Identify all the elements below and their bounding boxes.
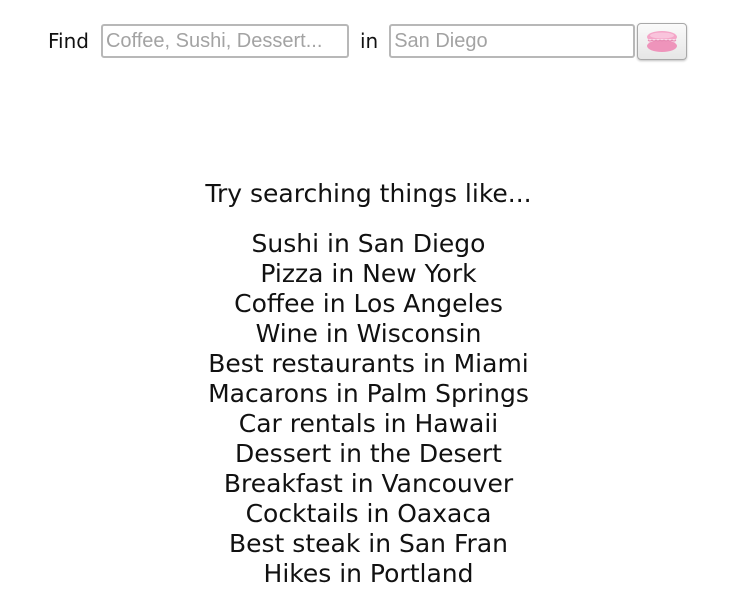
find-label: Find [48, 29, 89, 53]
suggestions-section: Try searching things like... Sushi in Sa… [0, 176, 737, 589]
search-button[interactable] [637, 22, 688, 60]
suggestion-item[interactable]: Hikes in Portland [0, 559, 737, 589]
suggestion-item[interactable]: Best steak in San Fran [0, 529, 737, 559]
page: Find in Try searching things like... Sus… [0, 0, 737, 606]
find-input[interactable] [100, 24, 349, 58]
suggestion-item[interactable]: Sushi in San Diego [0, 229, 737, 259]
suggestion-item[interactable]: Best restaurants in Miami [0, 349, 737, 379]
macaron-icon [647, 31, 678, 52]
suggestion-item[interactable]: Cocktails in Oaxaca [0, 499, 737, 529]
suggestion-item[interactable]: Car rentals in Hawaii [0, 409, 737, 439]
suggestions-title: Try searching things like... [205, 179, 532, 208]
in-label: in [359, 29, 379, 53]
suggestion-list: Sushi in San Diego Pizza in New York Cof… [0, 229, 737, 589]
location-input[interactable] [389, 24, 636, 58]
suggestion-item[interactable]: Macarons in Palm Springs [0, 379, 737, 409]
search-bar: Find in [48, 22, 688, 60]
suggestion-item[interactable]: Coffee in Los Angeles [0, 289, 737, 319]
suggestion-item[interactable]: Breakfast in Vancouver [0, 469, 737, 499]
suggestion-item[interactable]: Wine in Wisconsin [0, 319, 737, 349]
suggestion-item[interactable]: Pizza in New York [0, 259, 737, 289]
suggestion-item[interactable]: Dessert in the Desert [0, 439, 737, 469]
